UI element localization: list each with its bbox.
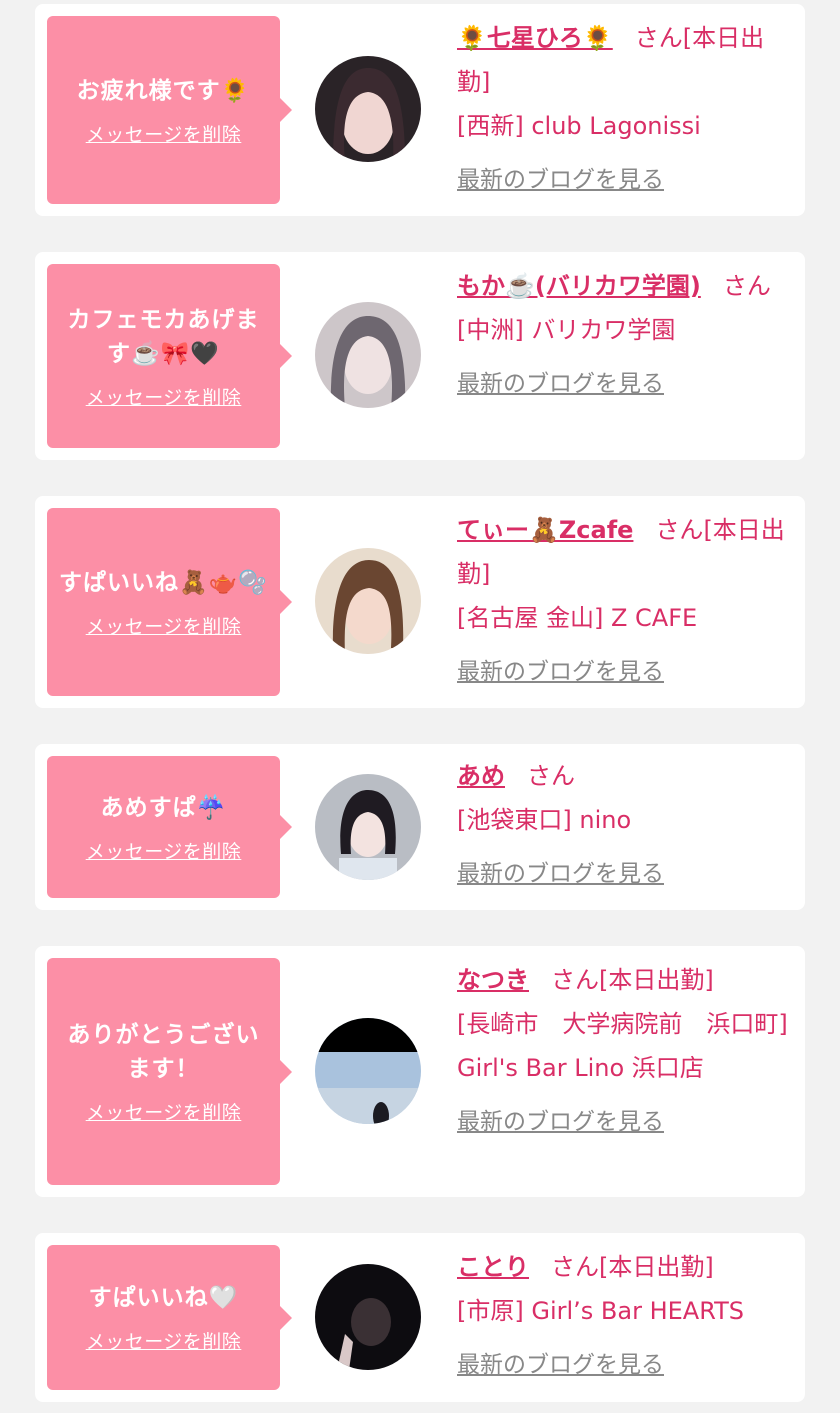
- message-bubble: あめすぱ☔️ メッセージを削除: [47, 756, 292, 898]
- message-bubble: お疲れ様です🌻 メッセージを削除: [47, 16, 292, 204]
- cast-info: 🌻七星ひろ🌻 さん[本日出勤] [西新] club Lagonissi 最新のブロ…: [457, 16, 793, 202]
- avatar[interactable]: [315, 302, 421, 408]
- message-bubble: すぱいいね🤍 メッセージを削除: [47, 1245, 292, 1390]
- shop-name: [長崎市 大学病院前 浜口町] Girl's Bar Lino 浜口店: [457, 1010, 788, 1082]
- message-card: ありがとうございます！ メッセージを削除 なつき さん[本日出勤] [長崎市 大学…: [35, 946, 805, 1197]
- message-bubble: カフェモカあげます☕️🎀🖤 メッセージを削除: [47, 264, 292, 448]
- delete-message-link[interactable]: メッセージを削除: [86, 1327, 242, 1354]
- cast-name-link[interactable]: ことり: [457, 1253, 529, 1281]
- shop-name: [市原] Girl’s Bar HEARTS: [457, 1297, 745, 1325]
- latest-blog-link[interactable]: 最新のブログを見る: [457, 158, 793, 202]
- cast-name-link[interactable]: もか☕️(バリカワ学園): [457, 272, 701, 300]
- avatar[interactable]: [315, 548, 421, 654]
- work-status: [本日出勤]: [599, 966, 714, 994]
- cast-info: なつき さん[本日出勤] [長崎市 大学病院前 浜口町] Girl's Bar L…: [457, 958, 793, 1144]
- message-card: すぱいいね🧸🫖🫧 メッセージを削除 てぃー🧸Zcafe さん[本日出勤] [名古屋…: [35, 496, 805, 708]
- message-bubble: すぱいいね🧸🫖🫧 メッセージを削除: [47, 508, 292, 696]
- latest-blog-link[interactable]: 最新のブログを見る: [457, 362, 793, 406]
- delete-message-link[interactable]: メッセージを削除: [86, 612, 242, 639]
- cast-name-link[interactable]: 🌻七星ひろ🌻: [457, 24, 613, 52]
- honorific: さん: [634, 24, 683, 52]
- message-card: あめすぱ☔️ メッセージを削除 あめ さん [池袋東口] nino 最新のブログを…: [35, 744, 805, 910]
- delete-message-link[interactable]: メッセージを削除: [86, 383, 242, 410]
- shop-name: [中洲] バリカワ学園: [457, 316, 676, 344]
- shop-name: [西新] club Lagonissi: [457, 112, 701, 140]
- cast-info: もか☕️(バリカワ学園) さん [中洲] バリカワ学園 最新のブログを見る: [457, 264, 793, 406]
- latest-blog-link[interactable]: 最新のブログを見る: [457, 1343, 793, 1387]
- cast-name-link[interactable]: なつき: [457, 966, 529, 994]
- cast-info: ことり さん[本日出勤] [市原] Girl’s Bar HEARTS 最新のブロ…: [457, 1245, 793, 1387]
- honorific: さん: [551, 1253, 599, 1281]
- message-card: すぱいいね🤍 メッセージを削除 ことり さん[本日出勤] [市原] Girl’s …: [35, 1233, 805, 1402]
- delete-message-link[interactable]: メッセージを削除: [86, 1098, 242, 1125]
- honorific: さん: [722, 272, 771, 300]
- message-text: カフェモカあげます☕️🎀🖤: [67, 306, 260, 367]
- avatar[interactable]: [315, 774, 421, 880]
- avatar[interactable]: [315, 1264, 421, 1370]
- message-card: カフェモカあげます☕️🎀🖤 メッセージを削除 もか☕️(バリカワ学園) さん [中…: [35, 252, 805, 460]
- message-card: お疲れ様です🌻 メッセージを削除 🌻七星ひろ🌻 さん[本日出勤] [西新] clu…: [35, 4, 805, 216]
- delete-message-link[interactable]: メッセージを削除: [86, 120, 242, 147]
- message-bubble: ありがとうございます！ メッセージを削除: [47, 958, 292, 1185]
- latest-blog-link[interactable]: 最新のブログを見る: [457, 852, 793, 896]
- message-text: ありがとうございます！: [67, 1022, 260, 1082]
- cast-info: あめ さん [池袋東口] nino 最新のブログを見る: [457, 754, 793, 896]
- message-text: お疲れ様です🌻: [76, 77, 251, 104]
- message-text: あめすぱ☔️: [100, 794, 227, 821]
- shop-name: [池袋東口] nino: [457, 806, 632, 834]
- delete-message-link[interactable]: メッセージを削除: [86, 837, 242, 864]
- avatar[interactable]: [315, 1018, 421, 1124]
- avatar[interactable]: [315, 56, 421, 162]
- message-text: すぱいいね🤍: [88, 1285, 239, 1311]
- message-text: すぱいいね🧸🫖🫧: [59, 569, 268, 596]
- latest-blog-link[interactable]: 最新のブログを見る: [457, 1100, 793, 1144]
- latest-blog-link[interactable]: 最新のブログを見る: [457, 650, 793, 694]
- cast-name-link[interactable]: てぃー🧸Zcafe: [457, 516, 633, 544]
- cast-info: てぃー🧸Zcafe さん[本日出勤] [名古屋 金山] Z CAFE 最新のブログ…: [457, 508, 793, 694]
- shop-name: [名古屋 金山] Z CAFE: [457, 604, 698, 632]
- cast-name-link[interactable]: あめ: [457, 762, 505, 790]
- honorific: さん: [551, 966, 599, 994]
- honorific: さん: [527, 762, 575, 790]
- work-status: [本日出勤]: [599, 1253, 714, 1281]
- honorific: さん: [655, 516, 704, 544]
